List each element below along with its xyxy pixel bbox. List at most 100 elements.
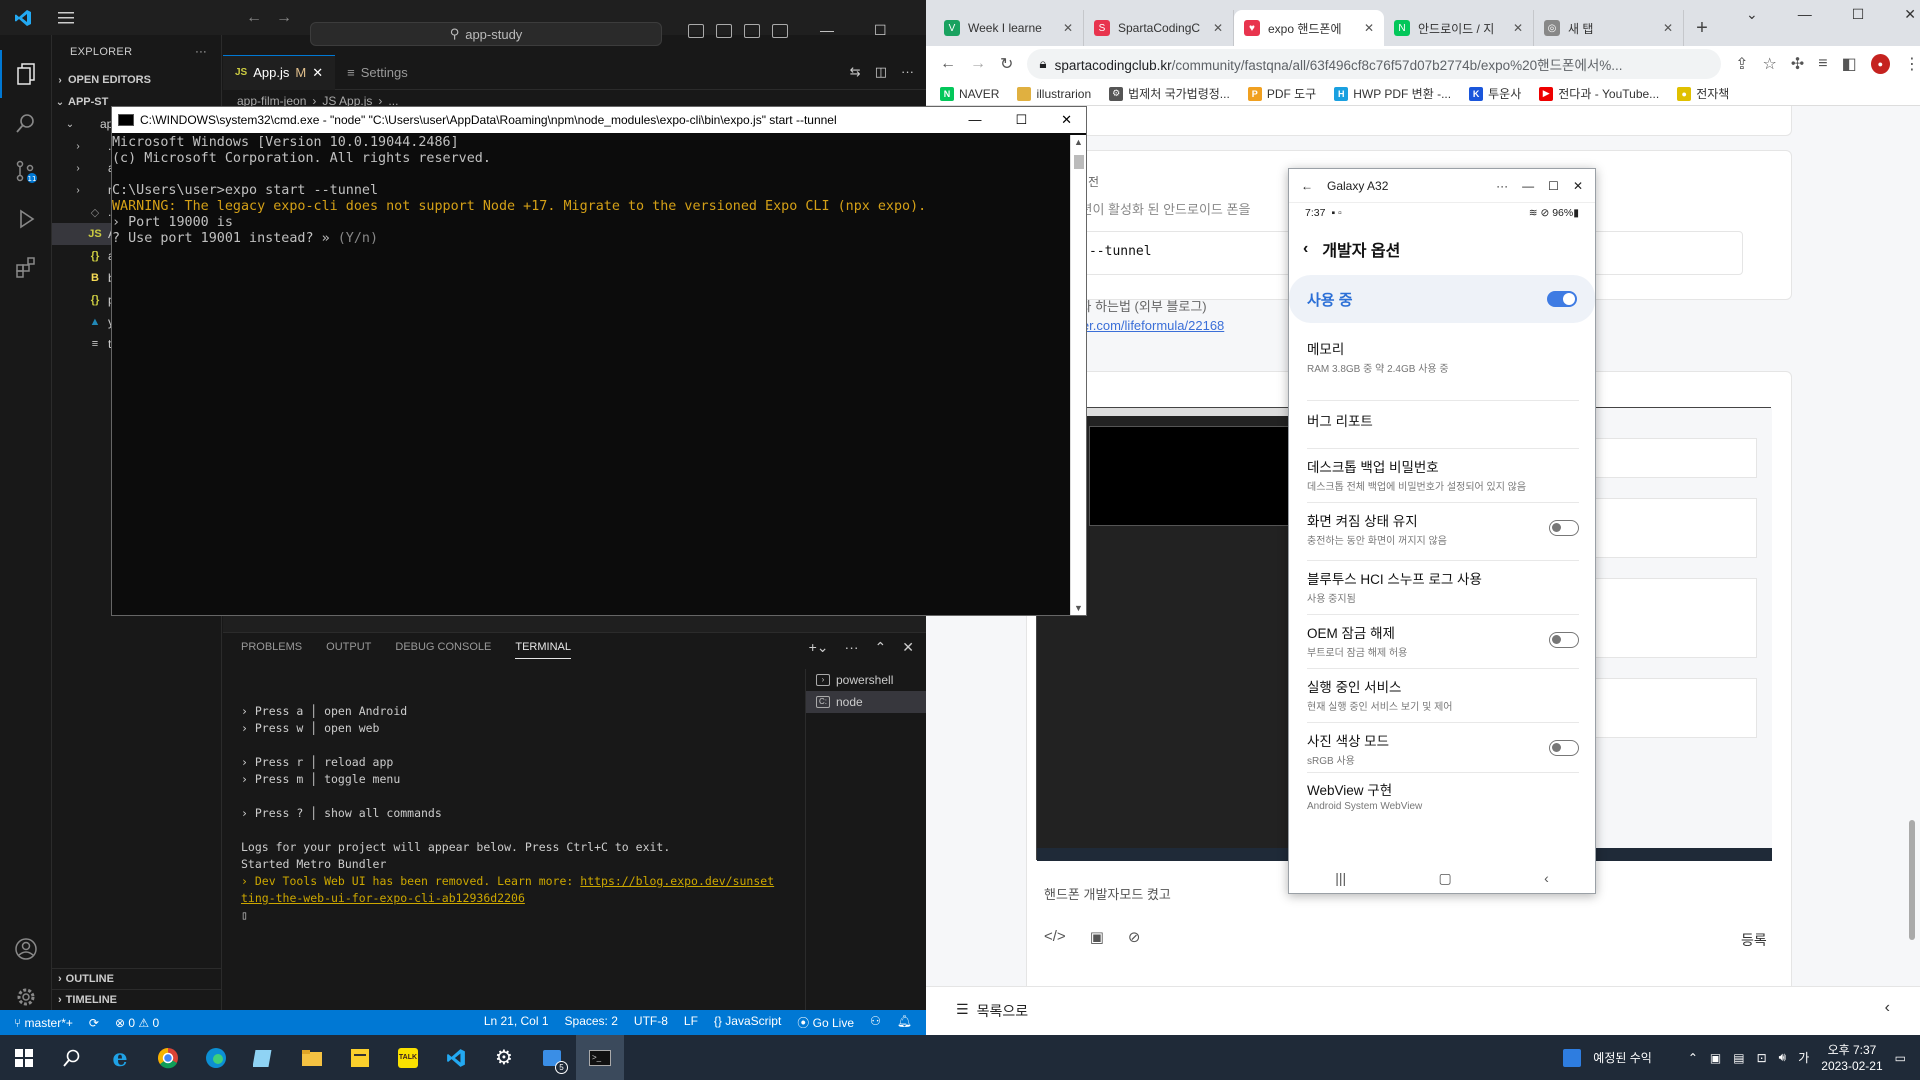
developer-option-item[interactable]: 버그 리포트 <box>1289 403 1597 437</box>
chrome-tab[interactable]: ♥ expo 핸드폰에 ✕ <box>1234 10 1384 46</box>
developer-option-item[interactable]: 메모리 RAM 3.8GB 중 약 2.4GB 사용 중 <box>1289 333 1597 379</box>
new-tab-button[interactable]: + <box>1684 10 1720 46</box>
maximize-icon[interactable]: ☐ <box>1015 112 1027 128</box>
timeline-section[interactable]: › TIMELINE <box>52 989 222 1010</box>
new-terminal-icon[interactable]: +⌄ <box>809 639 829 656</box>
close-icon[interactable]: ✕ <box>1213 21 1223 35</box>
chrome-icon[interactable] <box>144 1035 192 1080</box>
bookmark-star-icon[interactable]: ☆ <box>1763 54 1777 74</box>
minimize-icon[interactable]: — <box>1522 179 1534 193</box>
developer-option-item[interactable]: OEM 잠금 해제 부트로더 잠금 해제 허용 <box>1289 617 1597 663</box>
customize-layout-icon[interactable] <box>772 24 788 38</box>
recents-icon[interactable]: ||| <box>1335 870 1346 886</box>
kakaotalk-icon[interactable]: TALK <box>384 1035 432 1080</box>
bookmark-item[interactable]: H HWP PDF 변환 -... <box>1334 85 1451 102</box>
chrome-tab[interactable]: V Week I learne ✕ <box>934 10 1084 46</box>
notepad-icon[interactable] <box>240 1035 288 1080</box>
close-icon[interactable]: ✕ <box>1364 21 1374 35</box>
terminal-item-node[interactable]: C: node <box>806 691 926 713</box>
back-arrow-icon[interactable]: ← <box>246 9 262 27</box>
edge-icon[interactable] <box>192 1035 240 1080</box>
toggle-panel-icon[interactable] <box>716 24 732 38</box>
terminal-item-powershell[interactable]: › powershell <box>806 669 926 691</box>
bookmark-item[interactable]: P PDF 도구 <box>1247 85 1316 102</box>
maximize-icon[interactable]: ☐ <box>1548 179 1559 193</box>
scroll-up-icon[interactable]: ▲ <box>1074 137 1083 147</box>
back-arrow-icon[interactable]: ← <box>940 55 956 73</box>
developer-option-item[interactable]: 화면 켜짐 상태 유지 충전하는 동안 화면이 꺼지지 않음 <box>1289 505 1597 551</box>
page-scrollbar[interactable] <box>1906 110 1918 1035</box>
command-center-search[interactable]: ⚲ app-study <box>310 22 662 46</box>
image-icon[interactable]: ▣ <box>1090 928 1104 946</box>
scrollbar-thumb[interactable] <box>1074 155 1084 169</box>
run-debug-icon[interactable] <box>0 195 52 243</box>
forward-arrow-icon[interactable]: → <box>276 9 292 27</box>
news-widget-label[interactable]: 예정된 수익 <box>1593 1049 1652 1066</box>
extensions-puzzle-icon[interactable]: ✣ <box>1791 54 1804 74</box>
language-mode[interactable]: {} JavaScript <box>714 1014 781 1031</box>
code-icon[interactable]: </> <box>1044 928 1066 946</box>
more-options-icon[interactable]: ··· <box>1496 179 1508 193</box>
tab-terminal[interactable]: TERMINAL <box>515 641 571 659</box>
phone-link-icon[interactable]: 5 <box>528 1035 576 1080</box>
minimize-icon[interactable]: — <box>820 22 834 39</box>
chrome-tab[interactable]: S SpartaCodingC ✕ <box>1084 10 1234 46</box>
tab-settings[interactable]: ≡ Settings <box>335 55 420 90</box>
toggle-switch-on[interactable] <box>1547 291 1577 307</box>
go-live-button[interactable]: ⦿ Go Live <box>797 1014 854 1031</box>
reading-list-icon[interactable]: ≡ <box>1818 55 1827 73</box>
chevron-down-icon[interactable]: ⌄ <box>1746 6 1758 23</box>
more-actions-icon[interactable]: ··· <box>195 46 207 58</box>
back-to-list-button[interactable]: ☰ 목록으로 <box>956 1001 1028 1021</box>
close-icon[interactable]: ✕ <box>1573 179 1583 193</box>
toggle-secondary-sidebar-icon[interactable] <box>744 24 760 38</box>
attachment-icon[interactable]: ⊘ <box>1128 928 1141 946</box>
bookmark-item[interactable]: illustrarion <box>1017 86 1091 101</box>
compare-changes-icon[interactable]: ⇆ <box>850 64 861 80</box>
problems-status[interactable]: ⊗ 0 ⚠ 0 <box>115 1016 159 1030</box>
reload-icon[interactable]: ↻ <box>1000 54 1013 74</box>
developer-options-master-toggle[interactable]: 사용 중 <box>1289 275 1595 323</box>
accounts-icon[interactable]: ⚇ <box>870 1014 881 1031</box>
share-icon[interactable]: ⇪ <box>1735 54 1748 74</box>
account-icon[interactable] <box>0 925 52 973</box>
file-explorer-icon[interactable] <box>288 1035 336 1080</box>
explorer-icon[interactable] <box>0 50 52 98</box>
side-panel-icon[interactable]: ◧ <box>1842 54 1857 74</box>
eol-status[interactable]: LF <box>684 1014 698 1031</box>
toggle-switch-off[interactable] <box>1549 520 1579 536</box>
chevron-left-icon[interactable]: ‹ <box>1885 999 1890 1017</box>
close-icon[interactable]: ✕ <box>1513 21 1523 35</box>
cmd-scrollbar[interactable]: ▲ ▼ <box>1070 135 1086 615</box>
terminal-output[interactable]: › Press a │ open Android › Press w │ open… <box>241 703 801 924</box>
close-icon[interactable]: ✕ <box>312 65 323 81</box>
outline-section[interactable]: › OUTLINE <box>52 968 222 989</box>
back-arrow-icon[interactable]: ← <box>1301 179 1313 193</box>
toggle-sidebar-icon[interactable] <box>688 24 704 38</box>
cursor-position[interactable]: Ln 21, Col 1 <box>484 1014 549 1031</box>
profile-avatar[interactable]: ● <box>1870 54 1890 74</box>
windows-start-icon[interactable] <box>0 1035 48 1080</box>
developer-option-item[interactable]: 블루투스 HCI 스누프 로그 사용 사용 중지됨 <box>1289 563 1597 609</box>
volume-icon[interactable]: 🔊︎ <box>1779 1050 1787 1065</box>
maximize-icon[interactable]: ☐ <box>874 22 887 39</box>
tab-app-js[interactable]: JS App.js M ✕ <box>223 54 336 90</box>
submit-button[interactable]: 등록 <box>1741 930 1767 950</box>
home-icon[interactable]: ▢ <box>1439 870 1452 887</box>
bookmark-item[interactable]: ● 전자책 <box>1677 85 1729 102</box>
back-chevron-icon[interactable]: ‹ <box>1544 870 1549 886</box>
toggle-switch-off[interactable] <box>1549 632 1579 648</box>
extensions-icon[interactable] <box>0 243 52 291</box>
close-icon[interactable]: ✕ <box>1663 21 1673 35</box>
tray-app-icon[interactable]: ▣ <box>1710 1051 1721 1065</box>
tab-problems[interactable]: PROBLEMS <box>241 641 302 659</box>
close-icon[interactable]: ✕ <box>902 639 914 656</box>
chrome-tab[interactable]: N 안드로이드 / 지 ✕ <box>1384 10 1534 46</box>
notifications-icon[interactable]: ▭ <box>1895 1051 1906 1065</box>
more-actions-icon[interactable]: ··· <box>845 639 859 656</box>
tray-app-icon[interactable]: ▤ <box>1733 1051 1744 1065</box>
news-widget-icon[interactable] <box>1563 1048 1582 1067</box>
close-icon[interactable]: ✕ <box>1061 112 1072 128</box>
bookmark-item[interactable]: ▶ 전다과 - YouTube... <box>1539 85 1659 102</box>
chrome-tab[interactable]: ◎ 새 탭 ✕ <box>1534 10 1684 46</box>
